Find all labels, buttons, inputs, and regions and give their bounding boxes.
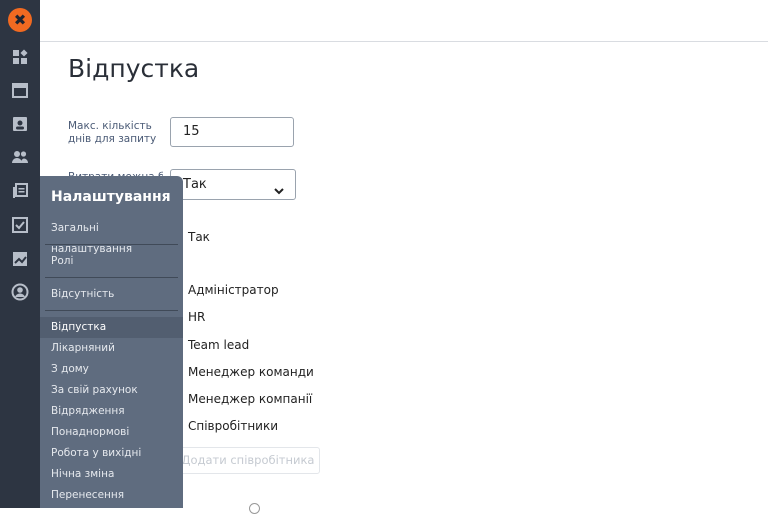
people-icon[interactable]	[11, 148, 29, 166]
menu-item-absence[interactable]: Відсутність	[40, 284, 183, 305]
menu-item-vacation[interactable]: Відпустка	[40, 317, 183, 338]
menu-item-business-trip[interactable]: Відрядження	[40, 401, 183, 422]
setting-value-text: Так	[188, 230, 210, 244]
app-logo[interactable]: ✖	[8, 8, 32, 32]
menu-item-weekend-work[interactable]: Робота у вихідні	[40, 443, 183, 464]
account-circle-icon[interactable]	[11, 283, 29, 301]
menu-divider	[45, 310, 178, 311]
role-item: HR	[188, 310, 206, 324]
menu-title: Налаштування	[51, 189, 171, 205]
calendar-icon[interactable]	[11, 81, 29, 99]
menu-item-unpaid-leave[interactable]: За свій рахунок	[40, 380, 183, 401]
chart-icon[interactable]	[11, 250, 29, 268]
menu-divider	[45, 277, 178, 278]
settings-flyout-menu: Налаштування Загальні налаштування Ролі …	[40, 176, 183, 508]
menu-item-sick-leave[interactable]: Лікарняний	[40, 338, 183, 359]
contacts-book-icon[interactable]	[11, 115, 29, 133]
top-bar	[40, 0, 768, 42]
role-item: Менеджер команди	[188, 365, 314, 379]
chevron-down-icon	[273, 179, 285, 195]
menu-item-transfer[interactable]: Перенесення	[40, 485, 183, 506]
add-employee-button[interactable]: Додати співробітника	[176, 447, 320, 474]
role-item: Співробітники	[188, 419, 279, 433]
app-sidebar-rail: ✖	[0, 0, 40, 508]
expenses-select-value: Так	[183, 177, 207, 192]
menu-item-roles[interactable]: Ролі	[40, 251, 183, 272]
dashboard-icon[interactable]	[11, 48, 29, 66]
role-item: Team lead	[188, 338, 250, 352]
menu-item-general-settings[interactable]: Загальні налаштування	[40, 218, 183, 255]
expenses-select[interactable]: Так	[170, 169, 296, 200]
checklist-icon[interactable]	[11, 216, 29, 234]
role-item: Менеджер компанії	[188, 392, 313, 406]
max-days-label: Макс. кількість днів для запиту	[68, 120, 157, 145]
max-days-input[interactable]: 15	[170, 117, 294, 147]
page-title: Відпустка	[68, 54, 200, 83]
menu-item-work-from-home[interactable]: З дому	[40, 359, 183, 380]
menu-item-night-shift[interactable]: Нічна зміна	[40, 464, 183, 485]
menu-item-overtime[interactable]: Понаднормові	[40, 422, 183, 443]
role-item: Адміністратор	[188, 283, 279, 297]
documents-icon[interactable]	[11, 182, 29, 200]
menu-divider	[45, 244, 178, 245]
radio-button[interactable]	[249, 503, 260, 514]
